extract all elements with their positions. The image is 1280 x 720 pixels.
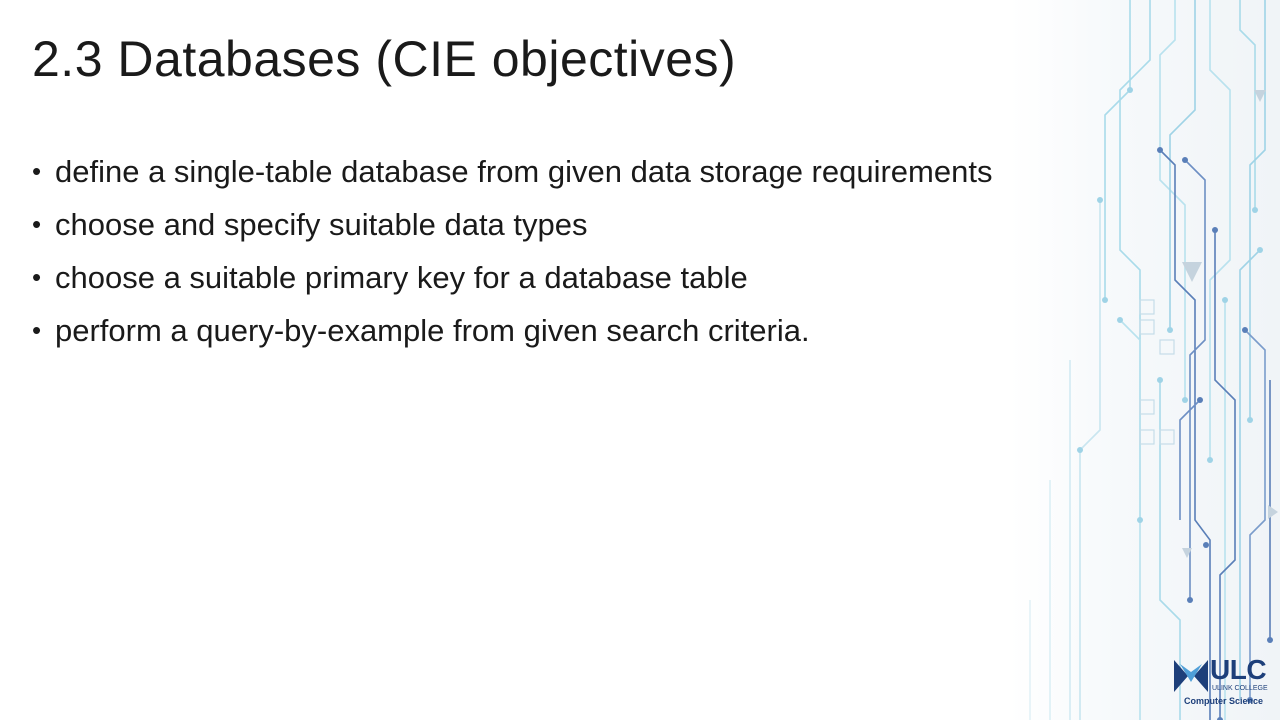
logo-department: Computer Science <box>1184 696 1264 706</box>
circuit-board-decoration <box>1010 0 1280 720</box>
list-item: • perform a query-by-example from given … <box>32 304 992 357</box>
circuit-pattern-icon <box>1029 0 1278 720</box>
list-item-text: choose a suitable primary key for a data… <box>55 260 748 295</box>
objectives-list: • define a single-table database from gi… <box>32 145 992 357</box>
bullet-icon: • <box>32 315 42 345</box>
list-item: • define a single-table database from gi… <box>32 145 992 198</box>
ulc-mark-icon <box>1174 660 1208 692</box>
list-item-text: define a single-table database from give… <box>55 154 993 189</box>
logo-college: ULINK COLLEGE <box>1212 685 1268 692</box>
slide: 2.3 Databases (CIE objectives) • define … <box>0 0 1280 720</box>
bullet-icon: • <box>32 209 42 239</box>
list-item: • choose and specify suitable data types <box>32 198 992 251</box>
list-item-text: perform a query-by-example from given se… <box>55 313 810 348</box>
bullet-icon: • <box>32 262 42 292</box>
slide-title: 2.3 Databases (CIE objectives) <box>32 31 737 87</box>
list-item: • choose a suitable primary key for a da… <box>32 251 992 304</box>
bullet-icon: • <box>32 156 42 186</box>
ulc-logo: ULC ULINK COLLEGE Computer Science <box>1174 654 1274 710</box>
logo-brand: ULC <box>1210 654 1267 685</box>
list-item-text: choose and specify suitable data types <box>55 207 588 242</box>
